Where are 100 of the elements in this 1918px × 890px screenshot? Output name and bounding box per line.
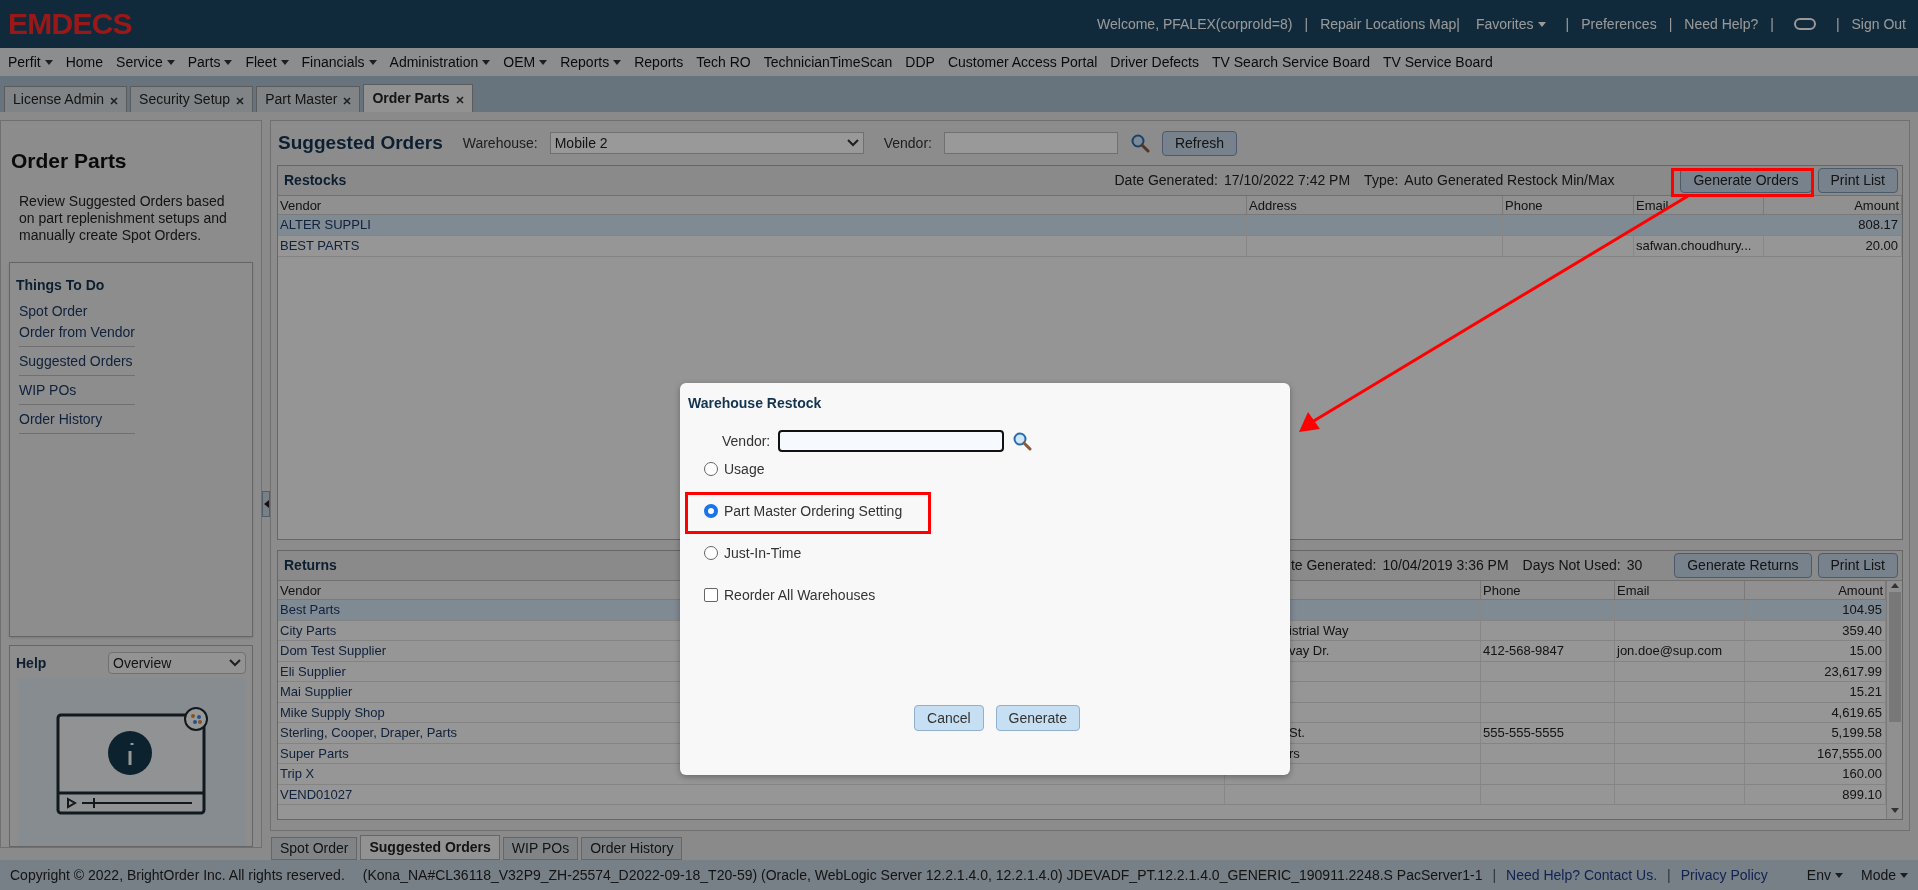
footer-menu[interactable]: Env <box>1806 864 1843 886</box>
sidebar-link[interactable]: Order History <box>19 408 135 429</box>
dialog-title: Warehouse Restock <box>687 394 823 413</box>
radio-option[interactable]: Part Master Ordering Setting <box>704 500 1290 522</box>
radio-option[interactable]: Usage <box>704 458 1290 480</box>
table-row[interactable]: ALTER SUPPLI 808.17 <box>278 215 1902 236</box>
tab[interactable]: WIP POs <box>502 837 579 860</box>
table-cell: 15.00 <box>1849 643 1882 658</box>
footer-link[interactable]: Need Help? Contact Us. <box>1506 864 1658 886</box>
caret-icon <box>613 59 622 65</box>
menu-item[interactable]: Parts <box>187 51 233 73</box>
close-icon <box>343 96 352 105</box>
menu-item[interactable]: Fleet <box>245 51 289 73</box>
sidebar-link[interactable]: Suggested Orders <box>19 350 135 371</box>
table-cell: 167,555.00 <box>1816 745 1882 761</box>
menu-item[interactable]: Customer Access Portal <box>947 51 1098 73</box>
footer-menu[interactable]: Mode <box>1860 864 1908 886</box>
menu-item[interactable]: TV Search Service Board <box>1212 51 1370 73</box>
checkbox[interactable] <box>704 588 718 602</box>
chevron-down-icon <box>229 659 241 667</box>
scrollbar-thumb[interactable] <box>1888 592 1901 722</box>
chevron-down-icon <box>846 139 859 147</box>
collapse-handle[interactable] <box>262 491 270 517</box>
caret-down-icon <box>1890 808 1899 813</box>
favorites-menu[interactable]: Favorites <box>1467 13 1554 35</box>
caret-icon <box>539 59 548 65</box>
footer-link[interactable]: Privacy Policy <box>1680 864 1768 886</box>
table-cell: 359.40 <box>1842 622 1882 638</box>
header-link[interactable]: Sign Out <box>1851 13 1906 35</box>
menu-item[interactable]: Reports <box>634 51 684 73</box>
sidebar-title: Order Parts <box>10 148 128 174</box>
toggle-switch[interactable] <box>1793 18 1816 30</box>
warehouse-dropdown[interactable]: Mobile 2 <box>549 132 864 154</box>
radio-button[interactable] <box>704 462 718 476</box>
topic-dropdown[interactable]: Overview <box>108 652 246 674</box>
field-label: Days Not Used: <box>1522 556 1621 575</box>
radio-option[interactable]: Just-In-Time <box>704 542 1290 564</box>
caret-icon <box>368 59 377 65</box>
sidebar-link[interactable]: Order from Vendor <box>19 321 135 342</box>
table-cell: 808.17 <box>1858 217 1898 232</box>
field-label: Vendor: <box>883 133 932 153</box>
logo: EMDECS <box>8 9 132 39</box>
radio-button[interactable] <box>704 546 718 560</box>
sidebar-link[interactable]: WIP POs <box>19 379 135 400</box>
menu-item[interactable]: Financials <box>301 51 377 73</box>
menu-item[interactable]: Reports <box>560 51 622 73</box>
caret-up-icon <box>1890 583 1899 588</box>
table-row[interactable]: VEND01027 899.10 <box>278 784 1886 805</box>
table-row[interactable]: BEST PARTS safwan.choudhury... 20.00 <box>278 236 1902 257</box>
table-cell: VEND01027 <box>280 786 353 802</box>
caret-icon <box>44 59 53 65</box>
tab[interactable]: Spot Order <box>271 837 358 860</box>
header-link[interactable]: Need Help? <box>1684 13 1759 35</box>
dialog-button[interactable]: Generate <box>995 705 1080 731</box>
menu-item[interactable]: TV Service Board <box>1382 51 1493 73</box>
menu-item[interactable]: Home <box>65 51 104 73</box>
table-cell: Trip X <box>280 766 315 781</box>
panel-title: Things To Do <box>16 275 106 295</box>
column-header: Phone <box>1503 196 1634 214</box>
menu-item[interactable]: OEM <box>503 51 548 73</box>
menu-item[interactable]: Driver Defects <box>1110 51 1199 73</box>
table-cell: 5,199.58 <box>1831 725 1882 740</box>
table-cell: Eli Supplier <box>280 663 346 679</box>
build-info-text: (Kona_NA#CL36118_V32P9_ZH-25574_D2022-09-18_T20-59) (Oracle, WebLogic Server 12.2.1.4.0, 12.2.1.4.0) JDEVADF_PT.12.2.1.4.0_GENERIC_190911.2248.S PacServer1-1 <box>362 865 1483 885</box>
table-cell: BEST PARTS <box>280 238 360 253</box>
action-button[interactable]: Print List <box>1817 168 1898 193</box>
tab[interactable]: Suggested Orders <box>360 835 500 860</box>
table-cell: City Parts <box>280 622 337 638</box>
refresh-button[interactable]: Refresh <box>1161 130 1237 156</box>
dialog-button[interactable]: Cancel <box>914 705 984 731</box>
header-link[interactable]: Repair Locations Map| <box>1320 13 1460 35</box>
section-title: Returns <box>284 556 337 575</box>
table-cell: 160.00 <box>1842 766 1882 781</box>
caret-icon <box>224 59 233 65</box>
menu-item[interactable]: Perfit <box>8 51 53 73</box>
tab[interactable]: Security Setup <box>130 86 254 112</box>
tab[interactable]: License Admin <box>4 86 128 112</box>
menu-item[interactable]: Administration <box>389 51 491 73</box>
action-button[interactable]: Generate Returns <box>1674 553 1812 578</box>
date-value: 17/10/2022 7:42 PM <box>1224 171 1351 190</box>
tab[interactable]: Part Master <box>256 86 361 112</box>
column-header: Vendor <box>278 196 1247 214</box>
menu-item[interactable]: Service <box>116 51 175 73</box>
vendor-field[interactable] <box>778 430 1005 452</box>
sidebar-link[interactable]: Spot Order <box>19 300 135 321</box>
welcome-text: Welcome, PFALEX(corproId=8) <box>1097 14 1293 34</box>
menu-item[interactable]: Tech RO <box>696 51 751 73</box>
tab[interactable]: Order History <box>581 837 683 860</box>
close-icon <box>455 95 464 104</box>
header-link[interactable]: Preferences <box>1581 13 1657 35</box>
action-button[interactable]: Print List <box>1817 553 1898 578</box>
table-cell: Mike Supply Shop <box>280 704 385 720</box>
vendor-field[interactable] <box>943 132 1118 154</box>
menu-item[interactable]: TechnicianTimeScan <box>763 51 893 73</box>
caret-icon <box>1900 872 1908 878</box>
tab[interactable]: Order Parts <box>363 84 473 112</box>
menu-item[interactable]: DDP <box>905 51 935 73</box>
separator: | <box>1303 14 1310 34</box>
type-value: Auto Generated Restock Min/Max <box>1404 171 1615 190</box>
radio-button[interactable] <box>704 504 718 518</box>
